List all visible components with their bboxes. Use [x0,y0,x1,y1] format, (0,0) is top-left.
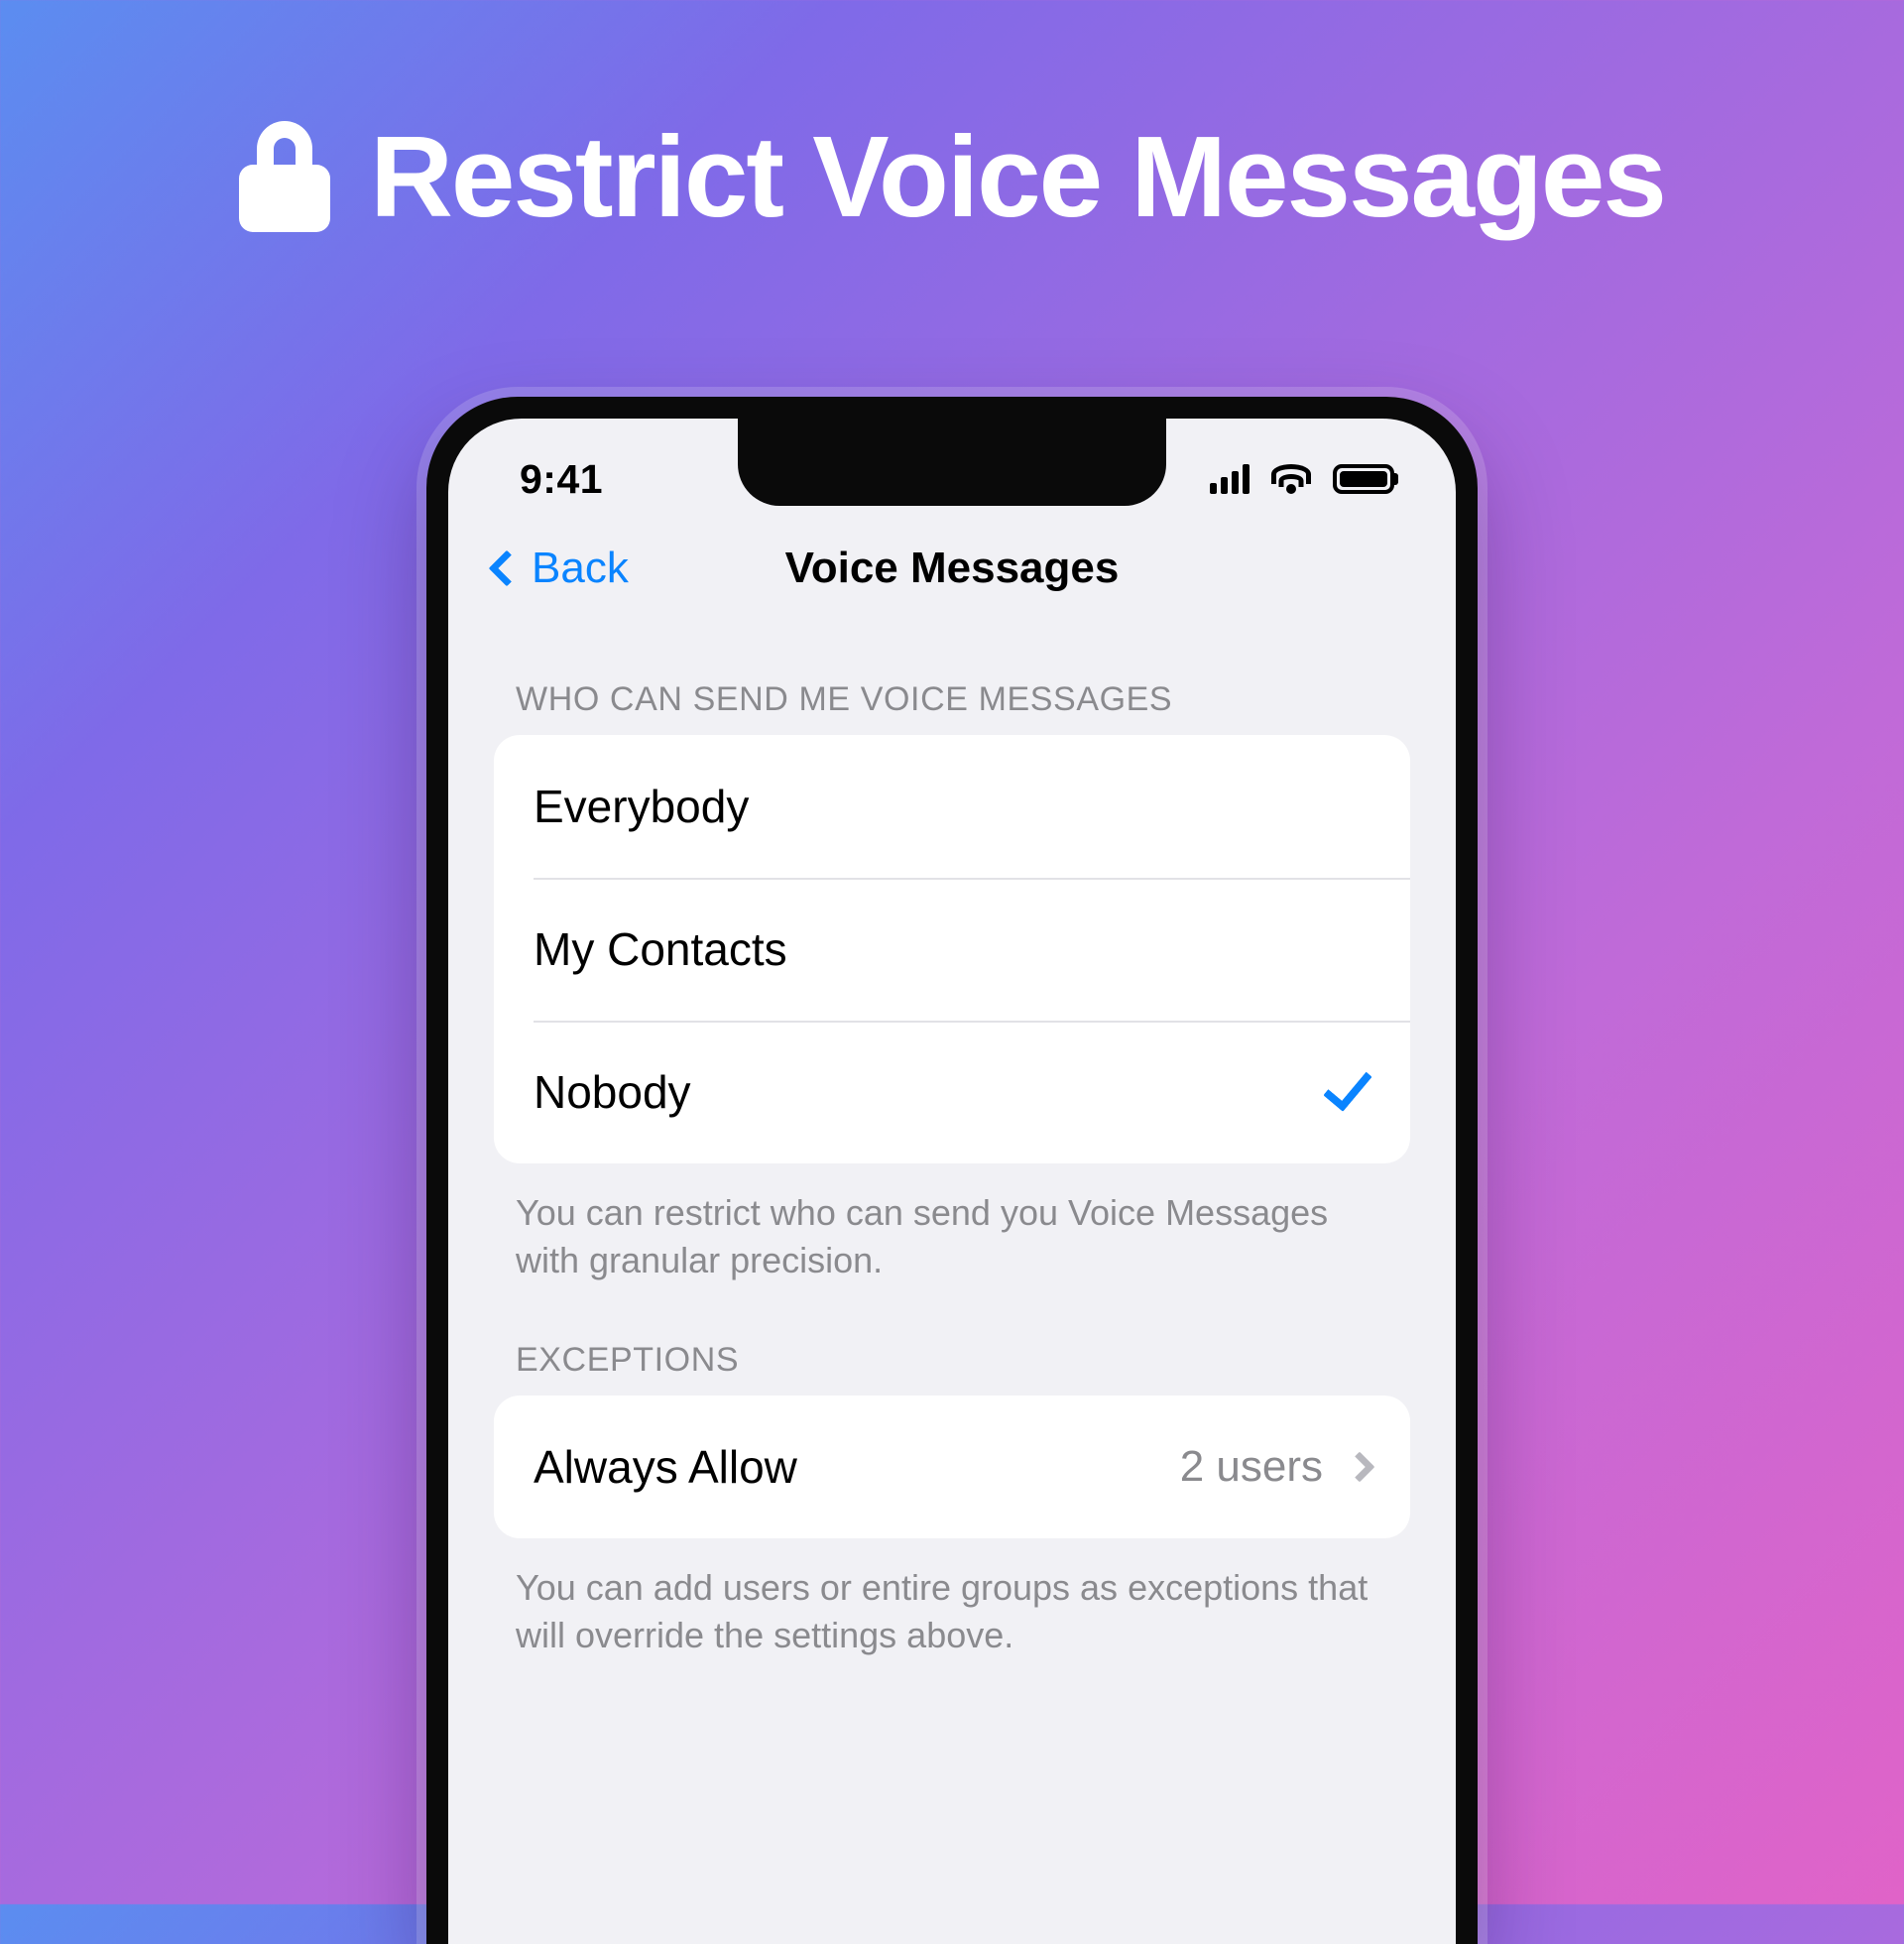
battery-icon [1333,464,1394,494]
footnote-who-can-send: You can restrict who can send you Voice … [516,1192,1329,1280]
checkmark-icon [1323,1060,1372,1112]
option-row-always-allow[interactable]: Always Allow 2 users [494,1396,1410,1538]
option-label: Everybody [534,781,750,832]
back-button-label: Back [532,544,629,592]
always-allow-count: 2 users [1179,1442,1323,1492]
hero-banner: Restrict Voice Messages [0,119,1904,234]
section-header-who-can-send: WHO CAN SEND ME VOICE MESSAGES [516,680,1173,718]
option-row-accessory: 2 users [1179,1442,1375,1492]
option-label: My Contacts [534,923,787,975]
option-row-nobody[interactable]: Nobody [494,1021,1410,1163]
chevron-left-icon [488,549,526,587]
status-bar: 9:41 [448,419,1456,514]
phone-mockup: 9:41 Back Voice Messages WHO CAN SEND ME… [426,397,1478,1944]
option-row-accessory [1323,1060,1372,1112]
phone-screen: 9:41 Back Voice Messages WHO CAN SEND ME… [448,419,1456,1944]
option-label: Always Allow [534,1441,797,1494]
settings-content: WHO CAN SEND ME VOICE MESSAGES Everybody… [448,623,1456,1658]
option-row-everybody[interactable]: Everybody [494,735,1410,878]
option-row-my-contacts[interactable]: My Contacts [494,878,1410,1021]
cellular-signal-icon [1210,464,1250,494]
lock-icon [239,121,331,232]
footnote-exceptions: You can add users or entire groups as ex… [516,1567,1368,1655]
privacy-options-card: Everybody My Contacts Nobody [494,735,1410,1163]
option-label: Nobody [534,1066,691,1118]
section-header-exceptions: EXCEPTIONS [516,1341,740,1380]
navigation-bar: Back Voice Messages [448,514,1456,623]
page-title: Restrict Voice Messages [370,112,1667,241]
exceptions-card: Always Allow 2 users [494,1396,1410,1539]
back-button[interactable]: Back [488,544,629,593]
status-icons [1210,464,1394,494]
chevron-right-icon [1344,1451,1375,1483]
wifi-icon [1271,464,1311,494]
status-time: 9:41 [520,455,604,502]
